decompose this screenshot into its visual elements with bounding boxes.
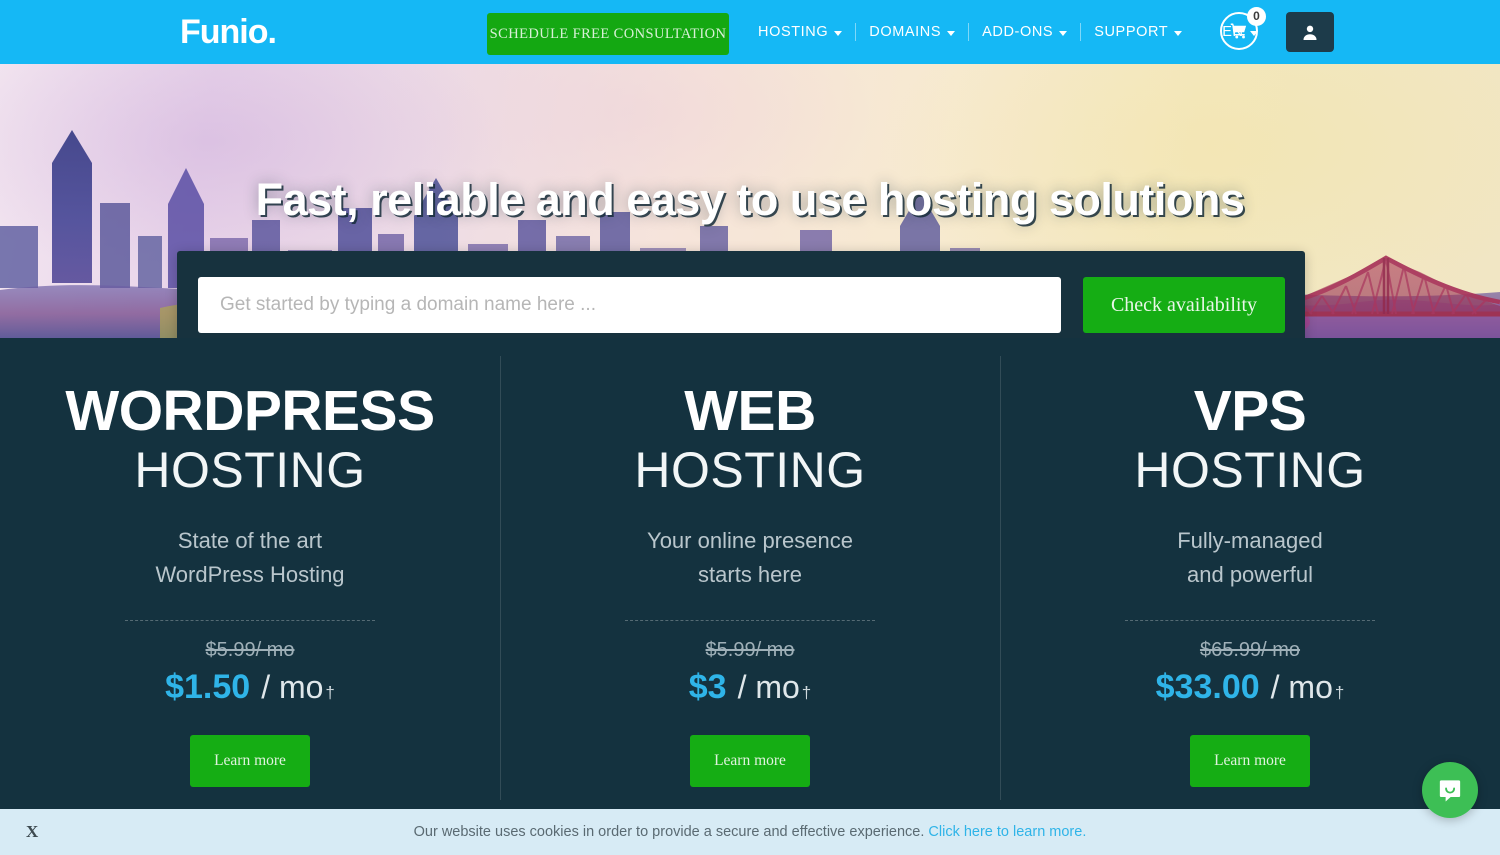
divider (125, 620, 375, 621)
user-account-icon (1303, 25, 1317, 40)
page-root: Funio. SCHEDULE FREE CONSULTATION HOSTIN… (0, 0, 1500, 855)
plan-per-unit: / mo (261, 669, 324, 705)
plan-name: WORDPRESS (65, 379, 435, 443)
chevron-down-icon (834, 30, 843, 36)
plan-description: Your online presence starts here (500, 524, 1000, 592)
plan-name: VPS (1193, 379, 1307, 443)
chat-bubble-icon (1439, 780, 1461, 802)
plan-description-line1: Your online presence (647, 528, 853, 553)
nav-label: SUPPORT (1094, 24, 1169, 40)
divider (625, 620, 875, 621)
plan-description-line2: starts here (698, 562, 802, 587)
learn-more-button-wordpress[interactable]: Learn more (190, 735, 310, 787)
pricing-section: WORDPRESS HOSTING State of the art WordP… (0, 338, 1500, 810)
nav-item-add-ons[interactable]: ADD-ONS (969, 24, 1080, 40)
chat-launcher-button[interactable] (1422, 762, 1478, 818)
plan-price-row: $3 / mo † (500, 668, 1000, 707)
plan-dagger-note: † (801, 683, 812, 702)
pricing-card-vps: VPS HOSTING Fully-managed and powerful $… (1000, 338, 1500, 810)
plan-dagger-note: † (325, 683, 335, 702)
plan-description-line1: State of the art (177, 528, 323, 553)
site-header: Funio. SCHEDULE FREE CONSULTATION HOSTIN… (0, 0, 1500, 64)
pricing-card-wordpress: WORDPRESS HOSTING State of the art WordP… (0, 338, 500, 810)
cookie-message-wrapper: Our website uses cookies in order to pro… (0, 824, 1500, 840)
plan-description: State of the art WordPress Hosting (0, 524, 500, 592)
cart-count-badge: 0 (1247, 7, 1266, 26)
divider (1125, 620, 1375, 621)
plan-per-unit: / mo (1270, 669, 1333, 705)
nav-item-hosting[interactable]: HOSTING (745, 24, 855, 40)
plan-description-line2: and powerful (1187, 562, 1313, 587)
plan-new-price: $3 (688, 668, 727, 706)
cookie-message: Our website uses cookies in order to pro… (413, 824, 925, 840)
plan-type: HOSTING (134, 442, 366, 498)
chevron-down-icon (1174, 30, 1183, 36)
plan-price-row: $33.00 / mo † (1000, 668, 1500, 707)
plan-description-line2: WordPress Hosting (155, 562, 345, 587)
plan-old-price: $5.99/ mo (705, 639, 795, 661)
learn-more-button-vps[interactable]: Learn more (1190, 735, 1310, 787)
shopping-cart-icon (1230, 23, 1247, 39)
plan-description: Fully-managed and powerful (1000, 524, 1500, 592)
site-logo[interactable]: Funio. (180, 15, 277, 49)
nav-label: ADD-ONS (982, 24, 1054, 40)
main-navigation: HOSTING DOMAINS ADD-ONS SUPPORT EN (745, 0, 1271, 64)
domain-search-input[interactable] (198, 277, 1061, 333)
cookie-close-button[interactable]: X (26, 822, 38, 842)
chevron-down-icon (947, 30, 956, 36)
plan-name: WEB (684, 379, 816, 443)
nav-label: DOMAINS (869, 24, 942, 40)
pricing-card-web: WEB HOSTING Your online presence starts … (500, 338, 1000, 810)
cookie-consent-banner: X Our website uses cookies in order to p… (0, 809, 1500, 855)
plan-old-price: $5.99/ mo (205, 639, 295, 661)
plan-type: HOSTING (1134, 442, 1366, 498)
hero-section: Fast, reliable and easy to use hosting s… (0, 64, 1500, 338)
schedule-consultation-button[interactable]: SCHEDULE FREE CONSULTATION (487, 13, 729, 55)
cookie-learn-more-link[interactable]: Click here to learn more. (928, 824, 1086, 840)
nav-label: HOSTING (758, 24, 829, 40)
plan-type: HOSTING (634, 442, 866, 498)
nav-item-domains[interactable]: DOMAINS (856, 24, 968, 40)
plan-price-row: $1.50 / mo † (0, 668, 500, 707)
nav-item-support[interactable]: SUPPORT (1081, 24, 1195, 40)
plan-dagger-note: † (1334, 683, 1345, 702)
chevron-down-icon (1059, 30, 1068, 36)
plan-old-price: $65.99/ mo (1199, 639, 1301, 661)
hero-title: Fast, reliable and easy to use hosting s… (255, 174, 1245, 225)
domain-search-panel: Check availability (177, 251, 1305, 338)
cart-button[interactable]: 0 (1220, 7, 1266, 52)
plan-per-unit: / mo (737, 669, 800, 705)
check-availability-button[interactable]: Check availability (1083, 277, 1285, 333)
plan-description-line1: Fully-managed (1177, 528, 1323, 553)
user-account-button[interactable] (1286, 12, 1334, 52)
plan-new-price: $33.00 (1155, 668, 1260, 706)
plan-new-price: $1.50 (165, 668, 251, 706)
learn-more-button-web[interactable]: Learn more (690, 735, 810, 787)
